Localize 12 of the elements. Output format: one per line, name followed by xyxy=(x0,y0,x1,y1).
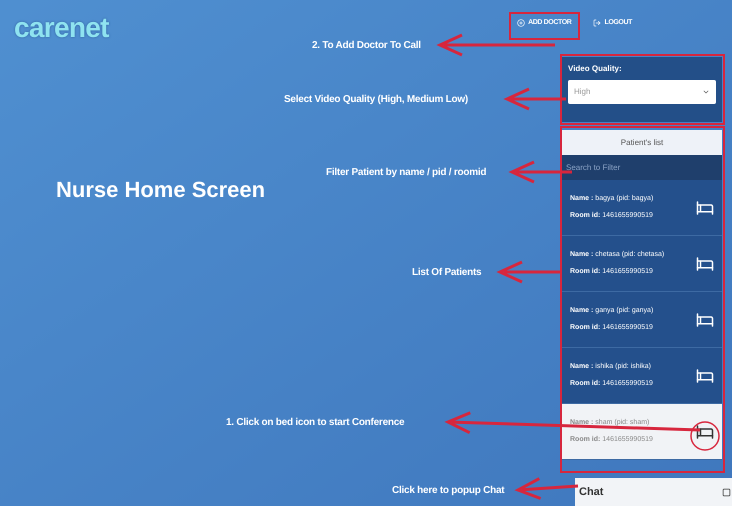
annotation-text: List Of Patients xyxy=(412,266,482,280)
page-heading: Nurse Home Screen xyxy=(56,176,266,204)
search-field[interactable]: Search to Filter xyxy=(562,155,722,180)
annotation-text: 2. To Add Doctor To Call xyxy=(312,39,421,53)
chat-bar[interactable]: Chat xyxy=(575,478,732,506)
annotation-text: Click here to popup Chat xyxy=(392,484,504,498)
logo: carenet xyxy=(14,14,109,42)
field-label: Video Quality: xyxy=(568,63,623,75)
annotation-text: Filter Patient by name / pid / roomid xyxy=(326,166,486,180)
annotation-text: 1. Click on bed icon to start Conference xyxy=(226,416,404,430)
annotation-text: Select Video Quality (High, Medium Low) xyxy=(284,93,468,107)
list-header: Patient's list xyxy=(562,130,722,155)
